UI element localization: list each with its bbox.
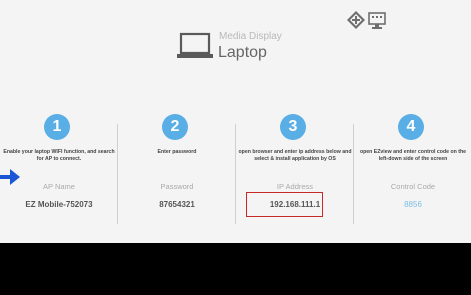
step-number-badge: 3 <box>280 114 306 140</box>
ip-address-highlight-box <box>246 192 323 217</box>
control-code-label: Control Code <box>390 182 436 191</box>
control-code-value: 8856 <box>404 200 422 209</box>
step-2-panel: 2 Enter password Password 87654321 <box>119 114 235 236</box>
step-4-panel: 4 open EZview and enter control code on … <box>355 114 471 236</box>
step-description: open browser and enter ip address below … <box>238 149 352 162</box>
step-description: Enable your laptop WIFI function, and se… <box>3 149 115 162</box>
step-description: Enter password <box>157 149 197 155</box>
step-number-badge: 2 <box>162 114 188 140</box>
header-status-icons <box>346 10 406 36</box>
network-icon <box>346 10 366 35</box>
mode-subtitle: Media Display <box>219 31 282 42</box>
step-description: open EZview and enter control code on th… <box>359 149 467 162</box>
step-number-badge: 4 <box>398 114 424 140</box>
mode-title: Laptop <box>218 44 267 61</box>
password-label: Password <box>160 182 194 191</box>
password-value: 87654321 <box>159 200 195 209</box>
ap-name-value: EZ Mobile-752073 <box>25 200 93 209</box>
screen-bottom-bezel <box>0 243 471 295</box>
divider <box>235 124 236 224</box>
divider <box>117 124 118 224</box>
step-3-panel: 3 open browser and enter ip address belo… <box>237 114 353 236</box>
laptop-icon <box>176 32 214 65</box>
pointer-arrow-icon <box>0 169 20 190</box>
display-screen: Media Display Laptop 1 Enable your lapto… <box>0 0 471 243</box>
step-number-badge: 1 <box>44 114 70 140</box>
ip-address-label: IP Address <box>276 182 314 191</box>
divider <box>353 124 354 224</box>
monitor-icon <box>368 12 386 35</box>
